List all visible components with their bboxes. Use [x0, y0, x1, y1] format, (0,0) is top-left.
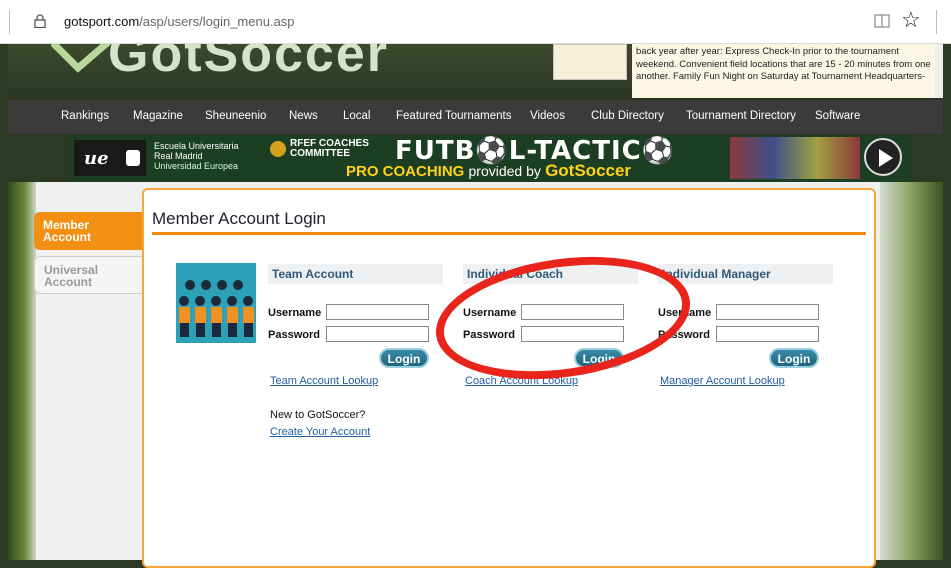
page-title: Member Account Login [152, 209, 326, 228]
manager-password-input[interactable] [716, 326, 819, 342]
team-password-input[interactable] [326, 326, 429, 342]
favorite-star-icon[interactable]: ☆ [901, 8, 921, 32]
rfef-coaches-text: RFEF COACHES COMMITTEE [290, 138, 369, 159]
tab-member-account[interactable]: Member Account [34, 212, 142, 250]
team-account-form: Team Account Username Password Login Tea… [268, 264, 443, 438]
username-label: Username [463, 307, 517, 319]
nav-tournament-directory[interactable]: Tournament Directory [686, 110, 796, 122]
username-label: Username [268, 307, 322, 319]
team-login-button[interactable]: Login [379, 348, 429, 368]
ad-thumbnail[interactable] [553, 44, 627, 80]
divider [936, 10, 937, 34]
url-text[interactable]: gotsport.com/asp/users/login_menu.asp [64, 14, 295, 29]
nav-software[interactable]: Software [815, 110, 860, 122]
manager-login-button[interactable]: Login [769, 348, 819, 368]
coach-password-input[interactable] [521, 326, 624, 342]
school-name: Escuela Universitaria Real Madrid Univer… [154, 141, 239, 171]
nav-local[interactable]: Local [343, 110, 371, 122]
coach-username-input[interactable] [521, 304, 624, 320]
tab-universal-account[interactable]: Universal Account [34, 256, 142, 294]
team-account-heading: Team Account [268, 264, 443, 284]
pitch-background-left [8, 182, 36, 560]
individual-manager-heading: Individual Manager [658, 264, 833, 284]
promo-banner[interactable]: ue Escuela Universitaria Real Madrid Uni… [70, 135, 910, 182]
play-icon[interactable] [864, 138, 902, 176]
login-panel: Member Account Login Team Account Userna… [142, 188, 876, 568]
team-account-lookup-link[interactable]: Team Account Lookup [270, 375, 378, 387]
site-logo[interactable]: GotSoccer [108, 44, 389, 84]
manager-username-input[interactable] [716, 304, 819, 320]
manager-account-form: Individual Manager Username Password Log… [658, 264, 833, 387]
browser-address-bar: gotsport.com/asp/users/login_menu.asp ☆ [0, 0, 951, 44]
divider [9, 10, 10, 34]
ad-text: back year after year: Express Check-In p… [632, 44, 935, 98]
ad-scrollbar[interactable] [935, 44, 943, 98]
individual-coach-heading: Individual Coach [463, 264, 638, 284]
team-username-input[interactable] [326, 304, 429, 320]
nav-club-directory[interactable]: Club Directory [591, 110, 664, 122]
new-to-gotsoccer-text: New to GotSoccer? [270, 409, 366, 421]
password-label: Password [463, 329, 515, 341]
players-photo [730, 137, 860, 179]
real-madrid-crest-icon [126, 150, 140, 166]
create-account-link[interactable]: Create Your Account [270, 426, 370, 438]
site-header: GotSoccer back year after year: Express … [8, 44, 943, 100]
title-divider [152, 232, 866, 235]
manager-account-lookup-link[interactable]: Manager Account Lookup [660, 375, 785, 387]
team-players-image [176, 263, 256, 343]
nav-featured-tournaments[interactable]: Featured Tournaments [396, 110, 512, 122]
nav-magazine[interactable]: Magazine [133, 110, 183, 122]
coach-account-form: Individual Coach Username Password Login… [463, 264, 638, 387]
main-nav: Rankings Magazine Sheuneenio News Local … [8, 100, 943, 134]
reading-view-icon[interactable] [874, 13, 890, 29]
pitch-background-right [880, 182, 943, 560]
username-label: Username [658, 307, 712, 319]
lock-icon [34, 14, 46, 28]
nav-rankings[interactable]: Rankings [61, 110, 109, 122]
coach-login-button[interactable]: Login [574, 348, 624, 368]
ue-logo: ue [74, 140, 146, 176]
coach-account-lookup-link[interactable]: Coach Account Lookup [465, 375, 578, 387]
rfef-badge-icon [270, 141, 286, 157]
pro-coaching-tagline: PRO COACHING provided by GotSoccer [346, 161, 632, 180]
nav-news[interactable]: News [289, 110, 318, 122]
nav-videos[interactable]: Videos [530, 110, 565, 122]
password-label: Password [658, 329, 710, 341]
nav-sheuneenio[interactable]: Sheuneenio [205, 110, 266, 122]
password-label: Password [268, 329, 320, 341]
